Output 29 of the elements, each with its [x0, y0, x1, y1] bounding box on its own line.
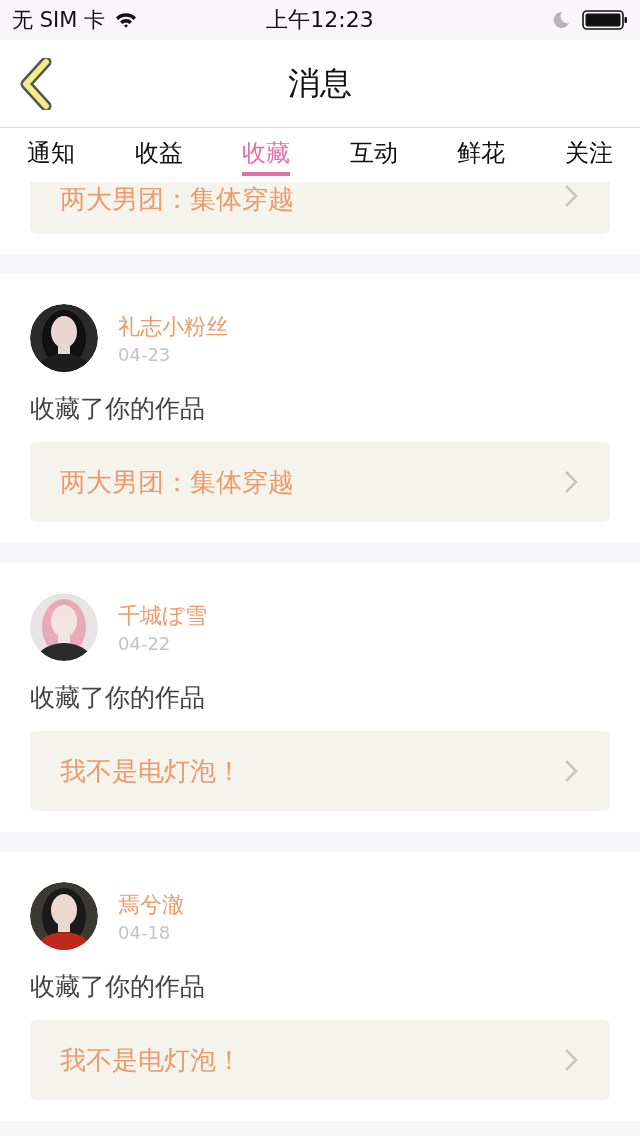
action-text: 收藏了你的作品	[30, 393, 206, 425]
tab[interactable]: 通知	[27, 128, 75, 176]
moon-icon	[552, 11, 570, 29]
carrier-text: 无 SIM 卡	[12, 7, 105, 34]
action-text: 收藏了你的作品	[30, 971, 206, 1003]
date-text: 04-18	[118, 921, 172, 943]
chevron-icon	[564, 184, 578, 208]
user-name[interactable]: 焉兮澈	[118, 889, 184, 920]
tab[interactable]: 互动	[349, 128, 398, 176]
action-text: 收藏了你的作品	[30, 682, 206, 714]
tab[interactable]: 收藏	[242, 128, 291, 176]
date-text: 04-23	[118, 343, 172, 365]
work-link[interactable]: 我不是电灯泡！	[30, 731, 610, 811]
wifi-icon	[115, 12, 137, 28]
clock-text: 上午12:23	[266, 6, 374, 34]
tab[interactable]: 关注	[564, 128, 613, 176]
user-name[interactable]: 礼志小粉丝	[118, 311, 228, 342]
chevron-icon	[564, 470, 578, 494]
tab[interactable]: 收益	[134, 128, 183, 176]
work-link[interactable]: 两大男团：集体穿越	[30, 182, 610, 234]
battery-icon	[582, 10, 628, 30]
work-link[interactable]: 两大男团：集体穿越	[30, 442, 610, 522]
work-link[interactable]: 我不是电灯泡！	[30, 1020, 610, 1100]
page-title: 消息	[288, 62, 352, 104]
chevron-icon	[564, 759, 578, 783]
user-name[interactable]: 千城ぼ雪	[118, 600, 207, 631]
chevron-icon	[564, 1048, 578, 1072]
date-text: 04-22	[118, 632, 172, 654]
tab[interactable]: 鲜花	[457, 128, 506, 176]
